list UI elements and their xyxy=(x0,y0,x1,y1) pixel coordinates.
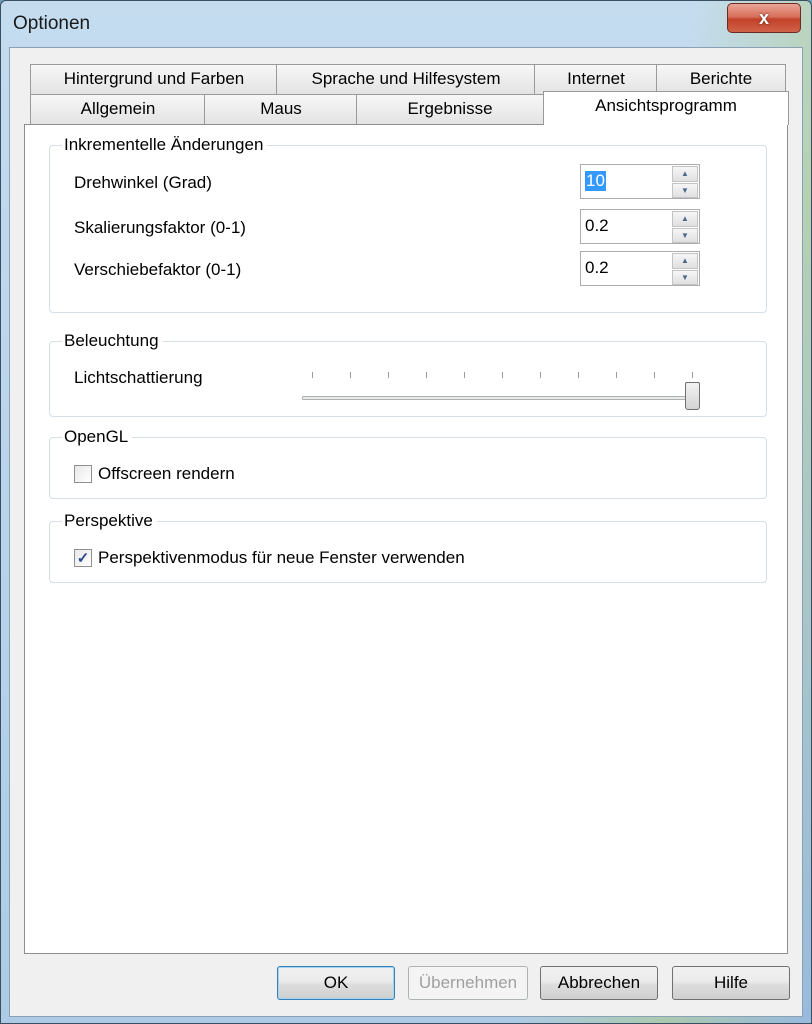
tab-ergebnisse[interactable]: Ergebnisse xyxy=(356,94,544,124)
offscreen-render-checkbox[interactable] xyxy=(74,465,92,483)
rotation-angle-spinbox[interactable]: 10 ▲ ▼ xyxy=(580,164,700,199)
perspective-mode-checkbox[interactable]: ✓ xyxy=(74,549,92,567)
dialog-client-area: Hintergrund und Farben Sprache und Hilfe… xyxy=(9,47,803,1017)
checkmark-icon: ✓ xyxy=(76,550,90,567)
scale-factor-value[interactable]: 0.2 xyxy=(585,216,609,236)
label-light-shading: Lichtschattierung xyxy=(74,368,203,387)
slider-thumb[interactable] xyxy=(685,382,700,410)
slider-tick xyxy=(692,372,693,378)
shift-factor-spinbox[interactable]: 0.2 ▲ ▼ xyxy=(580,251,700,286)
close-button[interactable]: x xyxy=(727,3,801,33)
group-incremental-changes: Inkrementelle Änderungen Drehwinkel (Gra… xyxy=(49,135,767,313)
help-button[interactable]: Hilfe xyxy=(672,966,790,1000)
arrow-down-icon[interactable]: ▼ xyxy=(672,182,698,198)
tab-ansichtsprogramm[interactable]: Ansichtsprogramm xyxy=(543,91,789,125)
slider-tick xyxy=(388,372,389,378)
tab-hintergrund-und-farben[interactable]: Hintergrund und Farben xyxy=(30,64,278,94)
shift-factor-spinner[interactable]: ▲ ▼ xyxy=(671,252,699,285)
title-bar[interactable]: Optionen x xyxy=(1,1,811,47)
options-dialog: Optionen x Hintergrund und Farben Sprach… xyxy=(0,0,812,1024)
group-label-incremental: Inkrementelle Änderungen xyxy=(62,135,268,155)
group-label-perspective: Perspektive xyxy=(62,511,157,531)
slider-tick xyxy=(426,372,427,378)
arrow-up-icon[interactable]: ▲ xyxy=(672,166,698,182)
tab-allgemein[interactable]: Allgemein xyxy=(30,94,206,124)
shift-factor-value[interactable]: 0.2 xyxy=(585,258,609,278)
label-scale-factor: Skalierungsfaktor (0-1) xyxy=(74,218,246,237)
window-title: Optionen xyxy=(13,13,91,34)
scale-factor-spinbox[interactable]: 0.2 ▲ ▼ xyxy=(580,209,700,244)
tab-berichte[interactable]: Berichte xyxy=(656,64,786,94)
tab-panel-ansichtsprogramm: Inkrementelle Änderungen Drehwinkel (Gra… xyxy=(24,124,788,954)
slider-tick xyxy=(350,372,351,378)
arrow-up-icon[interactable]: ▲ xyxy=(672,211,698,227)
tab-sprache-und-hilfesystem[interactable]: Sprache und Hilfesystem xyxy=(276,64,536,94)
label-offscreen-render[interactable]: Offscreen rendern xyxy=(98,464,235,484)
rotation-angle-spinner[interactable]: ▲ ▼ xyxy=(671,165,699,198)
label-rotation-angle: Drehwinkel (Grad) xyxy=(74,173,212,192)
arrow-up-icon[interactable]: ▲ xyxy=(672,253,698,269)
slider-tick xyxy=(578,372,579,378)
slider-track[interactable] xyxy=(302,396,700,400)
scale-factor-spinner[interactable]: ▲ ▼ xyxy=(671,210,699,243)
slider-tick xyxy=(464,372,465,378)
group-opengl: OpenGL Offscreen rendern xyxy=(49,427,767,499)
group-perspective: Perspektive ✓ Perspektivenmodus für neue… xyxy=(49,511,767,583)
label-perspective-mode[interactable]: Perspektivenmodus für neue Fenster verwe… xyxy=(98,548,465,568)
apply-button[interactable]: Übernehmen xyxy=(408,966,528,1000)
slider-tick xyxy=(312,372,313,378)
arrow-down-icon[interactable]: ▼ xyxy=(672,269,698,285)
rotation-angle-value[interactable]: 10 xyxy=(585,171,606,191)
slider-tick xyxy=(540,372,541,378)
group-label-opengl: OpenGL xyxy=(62,427,133,447)
ok-button[interactable]: OK xyxy=(277,966,395,1000)
slider-tick xyxy=(654,372,655,378)
group-label-lighting: Beleuchtung xyxy=(62,331,163,351)
group-lighting: Beleuchtung Lichtschattierung xyxy=(49,331,767,417)
slider-tick xyxy=(502,372,503,378)
close-icon: x xyxy=(758,7,769,28)
cancel-button[interactable]: Abbrechen xyxy=(540,966,658,1000)
label-shift-factor: Verschiebefaktor (0-1) xyxy=(74,260,242,279)
tab-maus[interactable]: Maus xyxy=(204,94,358,124)
slider-tick xyxy=(616,372,617,378)
tab-internet[interactable]: Internet xyxy=(534,64,658,94)
arrow-down-icon[interactable]: ▼ xyxy=(672,227,698,243)
